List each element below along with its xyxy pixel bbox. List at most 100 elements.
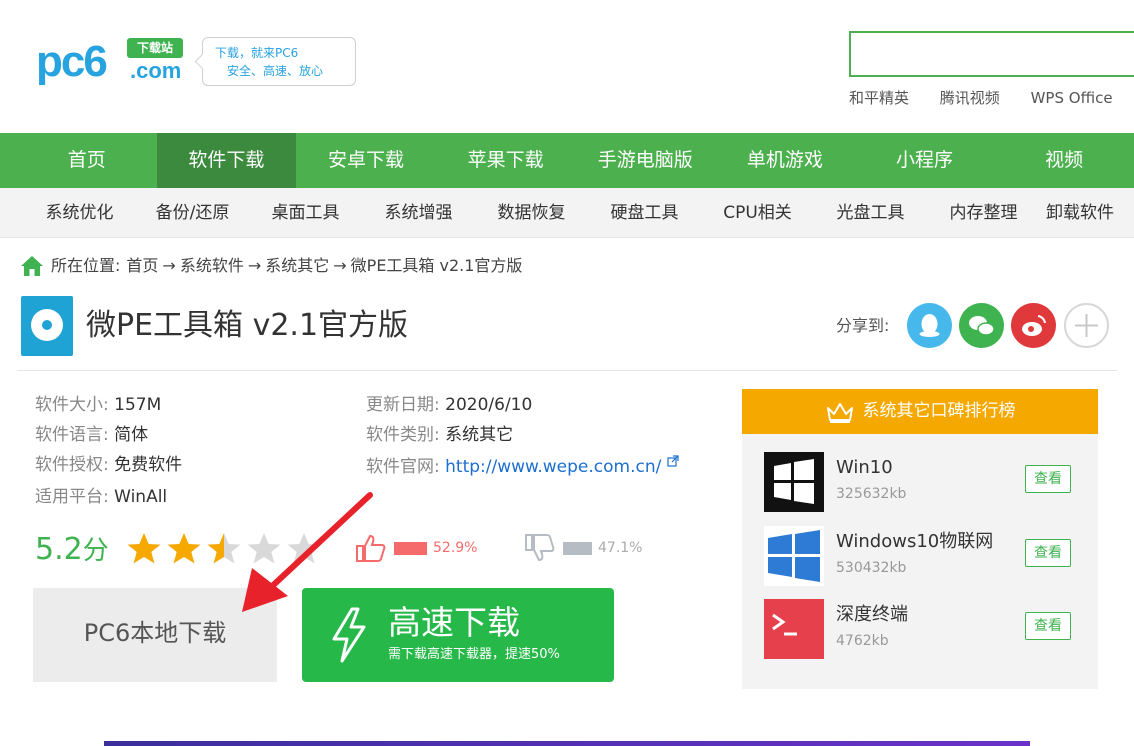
weibo-icon	[1022, 315, 1046, 336]
fast-download-subtitle: 需下载高速下载器，提速50%	[388, 647, 560, 662]
info-label: 软件类别:	[366, 425, 440, 445]
subnav-item[interactable]: CPU相关	[701, 188, 814, 237]
rating-score: 5.2分	[35, 530, 109, 571]
logo-badge: 下载站	[127, 38, 183, 58]
info-date: 更新日期: 2020/6/10	[366, 393, 532, 417]
nav-apple[interactable]: 苹果下载	[436, 133, 576, 188]
info-category: 软件类别: 系统其它	[366, 423, 513, 447]
sub-nav: 系统优化 备份/还原 桌面工具 系统增强 数据恢复 硬盘工具 CPU相关 光盘工…	[0, 188, 1134, 238]
share-wechat-button[interactable]	[959, 303, 1004, 348]
info-label: 软件大小:	[35, 395, 109, 415]
breadcrumb-current: 微PE工具箱 v2.1官方版	[350, 256, 523, 275]
share-more-button[interactable]	[1064, 303, 1109, 348]
view-button[interactable]: 查看	[1025, 612, 1071, 640]
page-title: 微PE工具箱 v2.1官方版	[86, 308, 409, 343]
subnav-item[interactable]: 桌面工具	[249, 188, 362, 237]
info-value: WinAll	[114, 487, 168, 507]
vote-up-percent: 52.9%	[433, 540, 478, 556]
ranking-item-size: 4762kb	[836, 633, 889, 649]
breadcrumb-link[interactable]: 首页	[126, 254, 158, 278]
subnav-item[interactable]: 卸载软件	[1040, 188, 1120, 237]
vote-down[interactable]: 47.1%	[523, 533, 642, 563]
info-value: 免费软件	[114, 455, 183, 475]
breadcrumb-label: 所在位置:	[51, 256, 121, 275]
view-button[interactable]: 查看	[1025, 539, 1071, 567]
ranking-item[interactable]: Win10 325632kb 查看	[764, 452, 1084, 512]
ranking-item-name: 深度终端	[836, 604, 908, 625]
thumbs-up-icon	[356, 534, 386, 562]
subnav-item[interactable]: 备份/还原	[136, 188, 249, 237]
nav-video[interactable]: 视频	[994, 133, 1134, 188]
breadcrumb-link[interactable]: 系统其它	[265, 254, 329, 278]
app-icon	[21, 296, 73, 356]
logo-text: pc6	[36, 37, 108, 86]
ranking-item[interactable]: 深度终端 4762kb 查看	[764, 599, 1084, 659]
info-site: 软件官网: http://www.wepe.com.cn/	[366, 455, 679, 479]
star-icon	[247, 533, 281, 564]
share-weibo-button[interactable]	[1011, 303, 1056, 348]
vote-down-bar	[563, 541, 592, 555]
subnav-item[interactable]: 光盘工具	[814, 188, 927, 237]
subnav-item[interactable]: 内存整理	[927, 188, 1040, 237]
info-value: 157M	[114, 395, 162, 415]
breadcrumb-sep: →	[247, 256, 262, 275]
nav-home[interactable]: 首页	[17, 133, 157, 188]
subnav-item[interactable]: 系统优化	[23, 188, 136, 237]
slogan-line1: 下载，就来PC6	[215, 46, 299, 60]
info-label: 适用平台:	[35, 487, 109, 507]
info-platform: 适用平台: WinAll	[35, 485, 167, 509]
info-value: 2020/6/10	[445, 395, 533, 415]
info-value: 系统其它	[445, 425, 514, 445]
search-input[interactable]	[849, 31, 1134, 77]
slogan-line2: 安全、高速、放心	[227, 64, 324, 78]
info-license: 软件授权: 免费软件	[35, 453, 182, 477]
star-icon	[127, 533, 161, 564]
vote-down-percent: 47.1%	[598, 540, 643, 556]
ranking-item-name: Win10	[836, 457, 893, 478]
subnav-item[interactable]: 硬盘工具	[588, 188, 701, 237]
site-logo[interactable]: pc6 下载站 .com	[36, 36, 191, 88]
hot-link[interactable]: 腾讯视频	[940, 89, 1000, 107]
ranking-title: 系统其它口碑排行榜	[862, 401, 1016, 421]
main-nav: 首页 软件下载 安卓下载 苹果下载 手游电脑版 单机游戏 小程序 视频	[0, 133, 1134, 188]
hot-links: 和平精英 腾讯视频 WPS Office	[849, 87, 1134, 108]
qq-icon	[919, 314, 940, 337]
info-value: 简体	[114, 425, 149, 445]
star-icon	[207, 533, 241, 564]
rating-stars	[126, 531, 322, 567]
view-button[interactable]: 查看	[1025, 465, 1071, 493]
ranking-item[interactable]: Windows10物联网 530432kb 查看	[764, 526, 1084, 586]
fast-download-button[interactable]: 高速下载 需下载高速下载器，提速50%	[302, 588, 614, 682]
bottom-banner	[104, 741, 1030, 746]
breadcrumb-link[interactable]: 系统软件	[180, 254, 244, 278]
nav-software[interactable]: 软件下载	[156, 133, 297, 188]
nav-mobile-pc[interactable]: 手游电脑版	[576, 133, 716, 188]
info-label: 软件授权:	[35, 455, 109, 475]
info-label: 更新日期:	[366, 395, 440, 415]
official-site-link[interactable]: http://www.wepe.com.cn/	[445, 457, 661, 477]
hot-link[interactable]: 和平精英	[849, 89, 909, 107]
ranking-panel: 系统其它口碑排行榜 Win10 325632kb 查看 Windows10物联网…	[742, 389, 1098, 689]
windows-iot-thumbnail	[764, 526, 824, 586]
star-icon	[287, 533, 321, 564]
star-icon	[167, 533, 201, 564]
vote-up[interactable]: 52.9%	[354, 533, 477, 563]
ranking-item-size: 325632kb	[836, 486, 907, 502]
nav-single-games[interactable]: 单机游戏	[715, 133, 855, 188]
vote-up-bar	[394, 541, 427, 555]
share-qq-button[interactable]	[907, 303, 952, 348]
logo-suffix: .com	[130, 58, 182, 83]
thumbs-down-icon	[525, 534, 555, 562]
subnav-item[interactable]: 系统增强	[362, 188, 475, 237]
subnav-item[interactable]: 数据恢复	[475, 188, 588, 237]
hot-link[interactable]: WPS Office	[1031, 89, 1113, 107]
local-download-button[interactable]: PC6本地下载	[33, 588, 277, 682]
external-link-icon	[667, 455, 679, 467]
nav-android[interactable]: 安卓下载	[296, 133, 436, 188]
nav-mini-program[interactable]: 小程序	[855, 133, 995, 188]
info-lang: 软件语言: 简体	[35, 423, 148, 447]
slogan-bubble: 下载，就来PC6 安全、高速、放心	[202, 37, 356, 86]
home-icon	[21, 256, 43, 276]
breadcrumb: 所在位置: 首页 → 系统软件 → 系统其它 → 微PE工具箱 v2.1官方版	[19, 254, 522, 278]
plus-icon	[1075, 314, 1098, 337]
